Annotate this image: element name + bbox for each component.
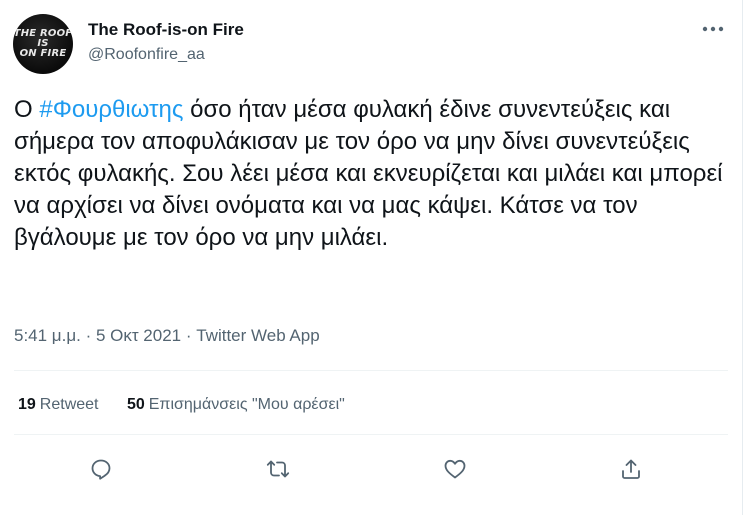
likes-label: Επισημάνσεις "Μου αρέσει"	[148, 396, 345, 413]
author-display-name[interactable]: The Roof-is-on Fire	[88, 20, 244, 40]
divider	[14, 434, 728, 435]
reply-icon[interactable]	[84, 452, 118, 486]
share-graphic	[622, 459, 640, 479]
more-horizontal-icon[interactable]	[702, 18, 724, 34]
tweet-actions	[0, 452, 743, 486]
tweet-text-prefix: Ο	[14, 96, 40, 123]
tweet-source[interactable]: Twitter Web App	[196, 326, 319, 345]
avatar-logo-line-3: ON FIRE	[19, 48, 67, 59]
reply-graphic	[91, 459, 111, 480]
likes-count: 50	[126, 396, 145, 413]
share-icon[interactable]	[614, 452, 648, 486]
divider	[14, 370, 728, 371]
author-handle[interactable]: @Roofonfire_aa	[88, 46, 205, 64]
like-graphic	[444, 459, 466, 479]
likes-stat[interactable]: 50 Επισημάνσεις "Μου αρέσει"	[127, 396, 345, 413]
retweet-icon[interactable]	[261, 452, 295, 486]
tweet-stats: 19 Retweet 50 Επισημάνσεις "Μου αρέσει"	[18, 396, 369, 414]
more-dots-graphic	[702, 26, 724, 32]
tweet-card: THE ROOF IS ON FIRE The Roof-is-on Fire …	[0, 0, 743, 515]
retweets-label: Retweet	[39, 396, 99, 413]
retweets-stat[interactable]: 19 Retweet	[18, 396, 99, 413]
tweet-meta: 5:41 μ.μ. · 5 Οκτ 2021 · Twitter Web App	[14, 326, 320, 346]
hashtag-link[interactable]: #Φουρθιωτης	[39, 96, 183, 123]
avatar[interactable]: THE ROOF IS ON FIRE	[13, 14, 73, 74]
retweet-graphic	[266, 460, 290, 478]
tweet-timestamp[interactable]: 5:41 μ.μ. · 5 Οκτ 2021 ·	[14, 326, 196, 345]
like-icon[interactable]	[438, 452, 472, 486]
tweet-text: Ο #Φουρθιωτης όσο ήταν μέσα φυλακή έδινε…	[14, 94, 729, 254]
retweets-count: 19	[18, 396, 36, 413]
